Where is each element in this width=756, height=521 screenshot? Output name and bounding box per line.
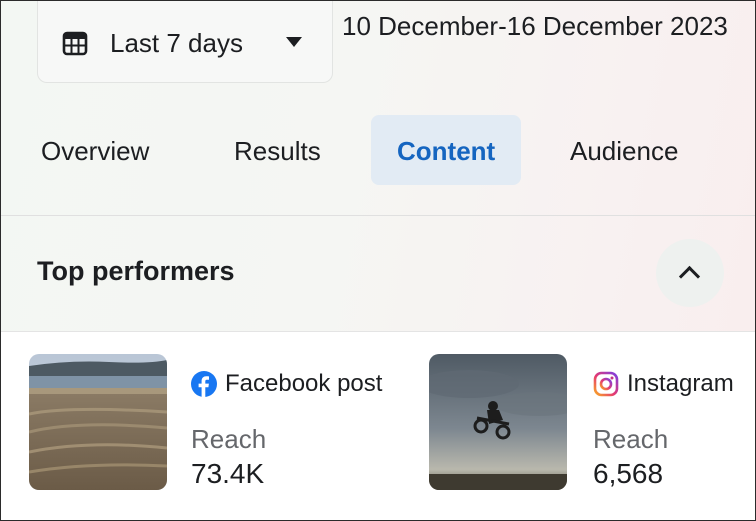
post-thumbnail [29, 354, 167, 490]
platform-label: Facebook post [191, 370, 382, 398]
calendar-icon [62, 31, 88, 56]
collapse-button[interactable] [656, 239, 724, 307]
post-thumbnail [429, 354, 567, 490]
post-card-facebook[interactable]: Facebook post Reach 73.4K [29, 354, 419, 490]
platform-name: Facebook post [225, 370, 383, 397]
facebook-icon [191, 371, 217, 397]
scroll-cutoff [1, 490, 755, 520]
section-title: Top performers [37, 256, 235, 286]
instagram-icon [593, 371, 619, 397]
divider [1, 331, 755, 332]
tab-audience[interactable]: Audience [570, 115, 678, 185]
metric-value: 73.4K [191, 458, 265, 489]
tab-content[interactable]: Content [371, 115, 522, 185]
tab-bar: Overview Results Content Audience [1, 115, 755, 185]
caret-down-icon [286, 37, 302, 47]
tab-overview[interactable]: Overview [41, 115, 149, 185]
metric-value: 6,568 [593, 458, 664, 489]
tab-results[interactable]: Results [234, 115, 321, 185]
platform-label: Instagram [593, 370, 734, 398]
insights-panel: Last 7 days 10 December-16 December 2023… [0, 0, 756, 521]
metric-label: Reach [191, 424, 267, 454]
divider [1, 215, 755, 216]
date-filter-button[interactable]: Last 7 days [37, 1, 333, 83]
date-range-text: 10 December-16 December 2023 [342, 11, 728, 41]
chevron-up-icon [678, 265, 701, 288]
metric-label: Reach [593, 424, 669, 454]
platform-name: Instagram [627, 370, 734, 397]
post-card-instagram[interactable]: Instagram Reach 6,568 [429, 354, 755, 490]
date-filter-label: Last 7 days [110, 28, 243, 58]
